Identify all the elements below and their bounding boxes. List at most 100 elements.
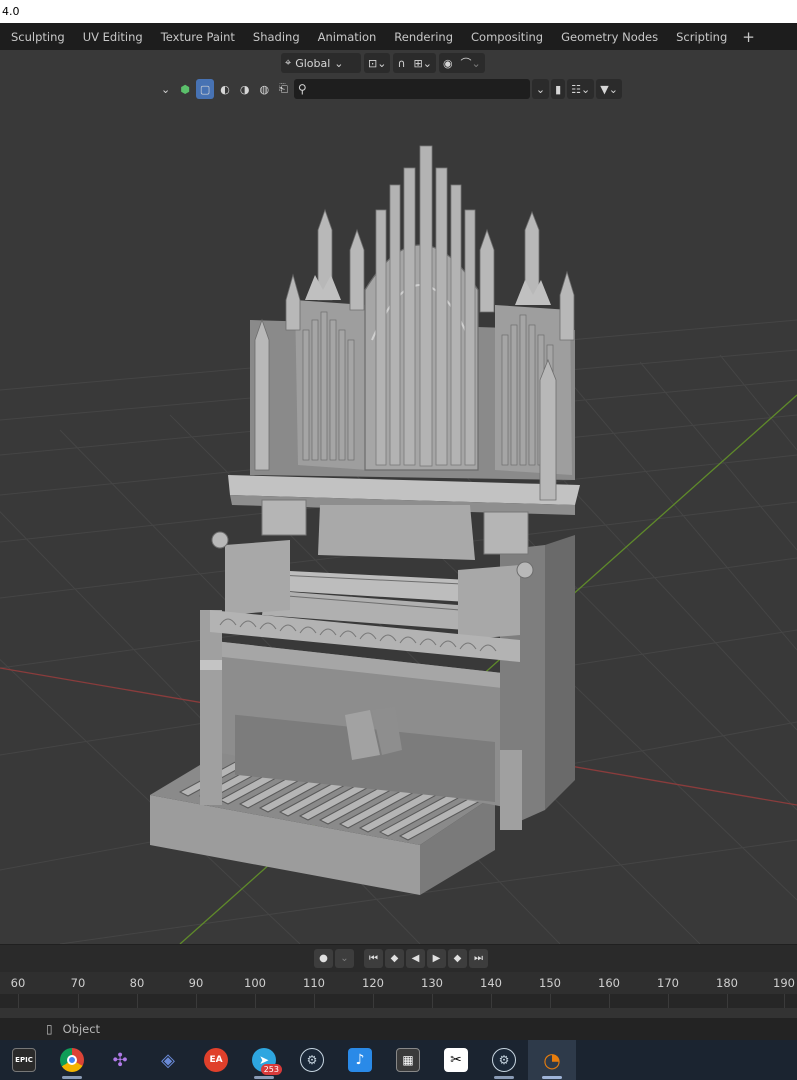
timeline-scrollbar[interactable] — [0, 1008, 797, 1018]
tab-rendering[interactable]: Rendering — [385, 27, 462, 47]
notification-badge: 253 — [260, 1064, 282, 1075]
jump-end-icon: ⏭ — [474, 953, 483, 964]
tab-texture-paint[interactable]: Texture Paint — [152, 27, 244, 47]
taskbar-app-steam-2[interactable]: ⚙ — [480, 1040, 528, 1080]
tab-compositing[interactable]: Compositing — [462, 27, 552, 47]
viewport-header-transform: ⌖ Global ⌄ ⊡ ⌄ ∩ ⊞ ⌄ ◉ ⌒ ⌄ — [281, 52, 485, 74]
frame-number: 110 — [303, 976, 325, 990]
taskbar-app-ea[interactable]: EA — [192, 1040, 240, 1080]
snap-target-dropdown[interactable]: ⊞ ⌄ — [410, 53, 436, 73]
tab-animation[interactable]: Animation — [309, 27, 386, 47]
chevron-down-icon: ⌄ — [471, 56, 481, 70]
falloff-dropdown[interactable]: ⌒ ⌄ — [457, 53, 485, 73]
tab-geometry-nodes[interactable]: Geometry Nodes — [552, 27, 667, 47]
taskbar-app-capcut[interactable]: ✂ — [432, 1040, 480, 1080]
transform-orientation-dropdown[interactable]: ⌖ Global ⌄ — [281, 53, 361, 73]
record-button[interactable]: ● — [314, 949, 333, 968]
jump-start-icon: ⏮ — [369, 953, 378, 964]
taskbar-app-blender[interactable]: ◔ — [528, 1040, 576, 1080]
jump-start-button[interactable]: ⏮ — [364, 949, 383, 968]
play-button[interactable]: ▶ — [427, 949, 446, 968]
tab-shading[interactable]: Shading — [244, 27, 309, 47]
tab-uv-editing[interactable]: UV Editing — [74, 27, 152, 47]
proportional-editing-button[interactable]: ◉ — [439, 53, 457, 73]
snapping-group: ∩ ⊞ ⌄ — [393, 53, 436, 73]
frame-tick — [137, 994, 138, 1008]
taskbar-app-diamond[interactable]: ◈ — [144, 1040, 192, 1080]
orientation-icon: ⌖ — [285, 56, 292, 69]
3d-viewport[interactable]: ⌖ Global ⌄ ⊡ ⌄ ∩ ⊞ ⌄ ◉ ⌒ ⌄ ⌄ ⬢ ▢ ◐ ◑ ◍ ⎗ ⚲… — [0, 50, 797, 944]
chevron-down-icon: ⌄ — [377, 56, 387, 70]
frame-number: 170 — [657, 976, 679, 990]
jump-end-button[interactable]: ⏭ — [469, 949, 488, 968]
capcut-icon: ✂ — [444, 1048, 468, 1072]
taskbar-app-chrome[interactable] — [48, 1040, 96, 1080]
frame-number: 190 — [773, 976, 795, 990]
bookmark-button[interactable]: ▮ — [551, 79, 566, 99]
tab-scripting[interactable]: Scripting — [667, 27, 736, 47]
timeline-track[interactable] — [0, 994, 797, 1008]
hierarchy-dropdown[interactable]: ☷ ⌄ — [567, 79, 595, 99]
epic-games-icon: EPIC — [12, 1048, 36, 1072]
taskbar-app-game-controller[interactable]: ✣ — [96, 1040, 144, 1080]
snap-increment-icon: ⊞ — [413, 56, 423, 70]
frame-tick — [784, 994, 785, 1008]
camera-icon: ⎗ — [279, 82, 288, 95]
proportional-icon: ◉ — [442, 56, 453, 70]
taskbar-app-steam[interactable]: ⚙ — [288, 1040, 336, 1080]
orientation-label: Global — [295, 56, 331, 70]
snap-toggle-button[interactable]: ∩ — [393, 53, 409, 73]
collapse-toggle[interactable]: ⌄ — [157, 79, 174, 99]
filter-dropdown[interactable]: ▼ ⌄ — [596, 79, 622, 99]
blender-icon: ◔ — [543, 1048, 561, 1072]
frame-number: 90 — [188, 976, 204, 990]
calculator-icon: ▦ — [396, 1048, 420, 1072]
organ-model[interactable] — [150, 145, 580, 895]
chevron-down-icon: ⌄ — [535, 82, 546, 96]
taskbar-app-telegram[interactable]: ➤ 253 — [240, 1040, 288, 1080]
pivot-point-dropdown[interactable]: ⊡ ⌄ — [364, 53, 391, 73]
frame-number: 160 — [598, 976, 620, 990]
keying-dropdown[interactable]: ⌄ — [335, 949, 354, 968]
frame-number: 70 — [70, 976, 86, 990]
frame-tick — [491, 994, 492, 1008]
frame-tick — [196, 994, 197, 1008]
viewport-scene — [0, 145, 797, 944]
taskbar-app-calculator[interactable]: ▦ — [384, 1040, 432, 1080]
frame-number: 120 — [362, 976, 384, 990]
world-shading-button[interactable]: ◍ — [255, 79, 273, 99]
select-box-button[interactable]: ▢ — [195, 79, 215, 99]
solid-shading-button[interactable]: ◐ — [216, 79, 234, 99]
bookmark-icon: ▮ — [555, 82, 562, 96]
chevron-down-icon: ⌄ — [608, 82, 618, 96]
display-mode-button[interactable]: ⬢ — [176, 79, 194, 99]
collapse-all-button[interactable]: ⌄ — [531, 79, 550, 99]
magnet-icon: ∩ — [397, 56, 406, 70]
play-reverse-button[interactable]: ◀ — [406, 949, 425, 968]
timeline[interactable]: 60 70 80 90 100 110 120 130 140 150 160 … — [0, 972, 797, 1018]
next-keyframe-button[interactable]: ◆ — [448, 949, 467, 968]
frame-number: 80 — [129, 976, 145, 990]
status-mode-label: Object — [62, 1022, 101, 1036]
material-shading-button[interactable]: ◑ — [236, 79, 254, 99]
pivot-icon: ⊡ — [368, 56, 378, 70]
add-workspace-button[interactable]: + — [736, 27, 761, 47]
chevron-down-icon: ⌄ — [422, 56, 432, 70]
gamepad-icon: ✣ — [112, 1049, 128, 1071]
frame-number: 130 — [421, 976, 443, 990]
tab-sculpting[interactable]: Sculpting — [2, 27, 74, 47]
frame-tick — [18, 994, 19, 1008]
frame-number: 100 — [244, 976, 266, 990]
chrome-icon — [60, 1048, 84, 1072]
globe-icon: ◍ — [259, 82, 270, 96]
frame-number: 60 — [10, 976, 26, 990]
taskbar-app-music[interactable]: ♪ — [336, 1040, 384, 1080]
frame-tick — [255, 994, 256, 1008]
search-field[interactable]: ⚲ — [293, 79, 530, 99]
render-button[interactable]: ⎗ — [275, 79, 292, 99]
timeline-ruler[interactable]: 60 70 80 90 100 110 120 130 140 150 160 … — [0, 972, 797, 994]
taskbar-app-epic-games[interactable]: EPIC — [0, 1040, 48, 1080]
viewport-header-filters: ⌄ ⬢ ▢ ◐ ◑ ◍ ⎗ ⚲ ⌄ ▮ ☷ ⌄ ▼ ⌄ — [157, 78, 622, 100]
prev-keyframe-button[interactable]: ◆ — [385, 949, 404, 968]
diamond-icon: ◈ — [161, 1049, 175, 1071]
